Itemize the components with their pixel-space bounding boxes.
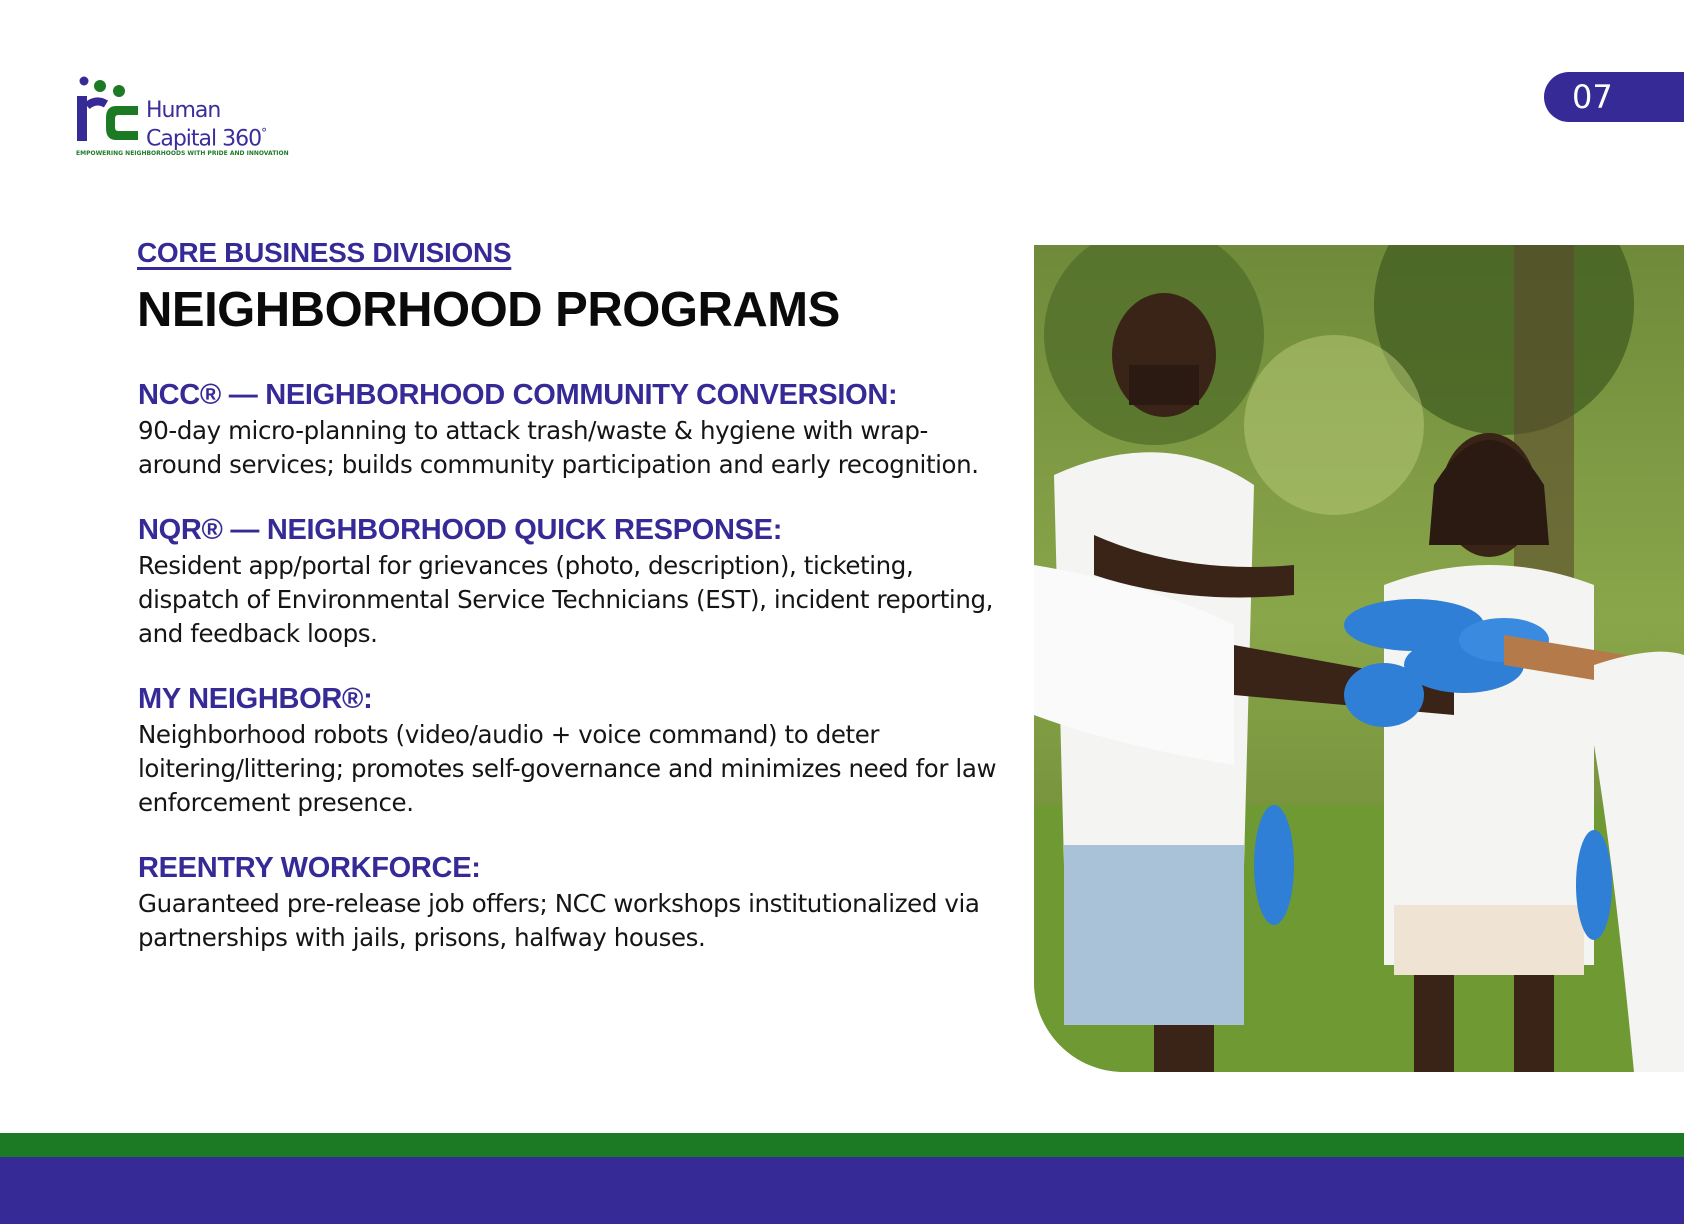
program-heading: REENTRY WORKFORCE: — [138, 852, 481, 884]
section-eyebrow: CORE BUSINESS DIVISIONS — [137, 237, 512, 268]
program-heading: MY NEIGHBOR®: — [138, 683, 373, 715]
volunteers-hands-together-photo — [1034, 245, 1684, 1072]
hc-monogram-logo-icon — [77, 76, 138, 141]
program-item-reentry: REENTRY WORKFORCE: Guaranteed pre-releas… — [138, 849, 998, 955]
logo-name-line2: Capital 360 — [146, 126, 262, 152]
program-item-nqr: NQR® — NEIGHBORHOOD QUICK RESPONSE: Resi… — [138, 511, 998, 651]
logo-tagline: EMPOWERING NEIGHBORHOODS WITH PRIDE AND … — [76, 150, 289, 157]
program-heading: NCC® — NEIGHBORHOOD COMMUNITY CONVERSION… — [138, 379, 898, 411]
program-item-my-neighbor: MY NEIGHBOR®: Neighborhood robots (video… — [138, 680, 998, 820]
program-description: Resident app/portal for grievances (phot… — [138, 551, 993, 648]
program-description: Guaranteed pre-release job offers; NCC w… — [138, 889, 980, 952]
program-description: Neighborhood robots (video/audio + voice… — [138, 720, 997, 817]
footer-purple-band — [0, 1157, 1684, 1224]
program-item-ncc: NCC® — NEIGHBORHOOD COMMUNITY CONVERSION… — [138, 376, 998, 482]
logo-name-line1: Human — [146, 98, 221, 123]
company-logo: Human Capital 360° EMPOWERING NEIGHBORHOO… — [76, 76, 306, 160]
page-title: NEIGHBORHOOD PROGRAMS — [137, 283, 840, 337]
logo-degree-mark: ° — [261, 126, 267, 140]
program-heading: NQR® — NEIGHBORHOOD QUICK RESPONSE: — [138, 514, 783, 546]
page-number-badge: 07 — [1544, 72, 1684, 122]
program-description: 90-day micro-planning to attack trash/wa… — [138, 416, 979, 479]
footer-green-band — [0, 1133, 1684, 1157]
program-list: NCC® — NEIGHBORHOOD COMMUNITY CONVERSION… — [138, 376, 998, 984]
logo-wordmark: Human Capital 360° — [146, 98, 267, 152]
volunteers-photo — [1034, 245, 1684, 1072]
